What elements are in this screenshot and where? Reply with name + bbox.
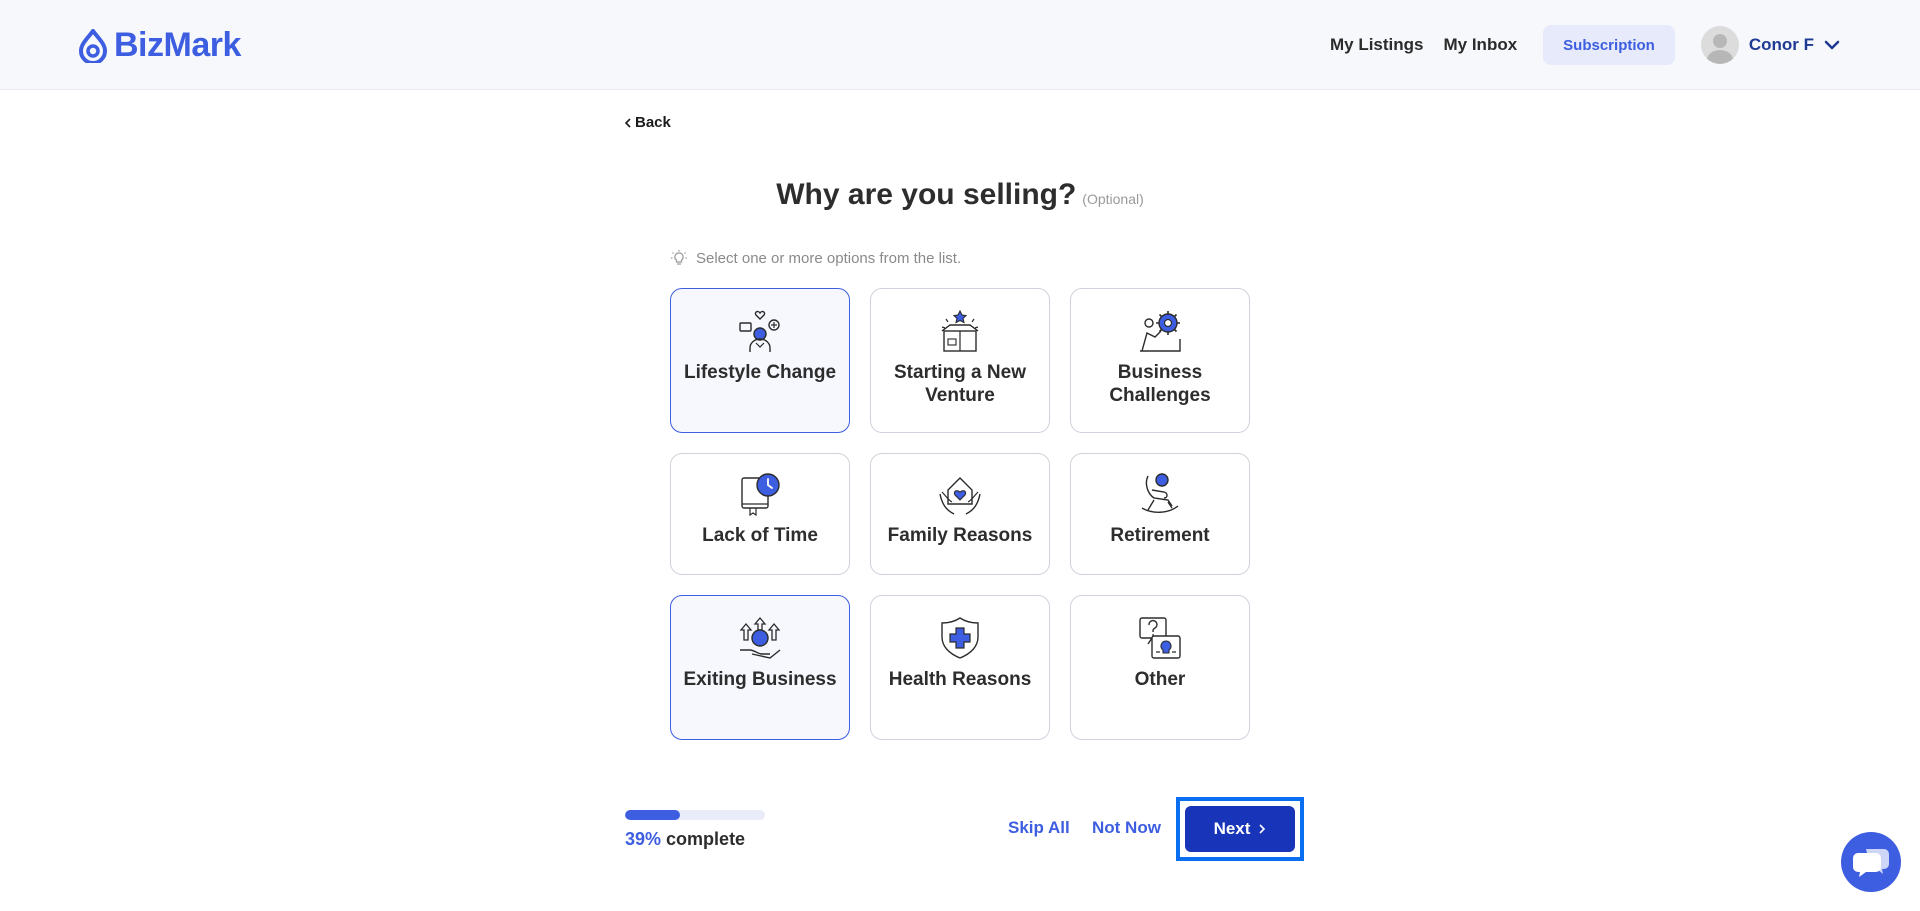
chat-widget-button[interactable]: [1841, 832, 1901, 892]
skip-all-button[interactable]: Skip All: [1008, 818, 1070, 838]
rocking-chair-icon: [1141, 473, 1179, 513]
progress-percent: 39%: [625, 829, 662, 849]
back-label: Back: [635, 114, 671, 131]
question-heading: Why are you selling? (Optional): [0, 178, 1920, 212]
chevron-left-icon: [624, 117, 631, 128]
progress-suffix: complete: [666, 829, 746, 849]
brand-logo[interactable]: BizMark: [78, 26, 241, 65]
user-menu[interactable]: Conor F: [1700, 26, 1840, 64]
question-icon: [1139, 617, 1181, 659]
optional-tag: (Optional): [1082, 191, 1144, 207]
option-label: Other: [1134, 669, 1186, 690]
nav-my-inbox[interactable]: My Inbox: [1444, 35, 1518, 55]
gift-box-icon: [941, 309, 979, 352]
page-title: Why are you selling?: [776, 178, 1077, 211]
family-hands-icon: [939, 477, 981, 515]
option-label: Health Reasons: [888, 669, 1032, 690]
not-now-button[interactable]: Not Now: [1092, 818, 1161, 838]
option-label: Retirement: [1110, 525, 1210, 546]
lifestyle-icon: [739, 310, 780, 352]
progress-indicator: 39% complete: [625, 810, 765, 850]
clock-book-icon: [741, 473, 780, 516]
option-family-reasons[interactable]: Family Reasons: [870, 453, 1050, 575]
option-health-reasons[interactable]: Health Reasons: [870, 595, 1050, 740]
coin-hand-icon: [739, 616, 781, 659]
nav-my-listings[interactable]: My Listings: [1330, 35, 1424, 55]
option-lack-of-time[interactable]: Lack of Time: [670, 453, 850, 575]
top-header: BizMark My Listings My Inbox Subscriptio…: [0, 0, 1920, 90]
chat-bubble-icon: [1853, 849, 1889, 877]
avatar: [1700, 26, 1739, 64]
option-starting-new-venture[interactable]: Starting a New Venture: [870, 288, 1050, 433]
progress-bar-fill: [625, 810, 680, 820]
option-label: Exiting Business: [683, 669, 837, 690]
brand-name: BizMark: [114, 26, 241, 64]
subscription-button[interactable]: Subscription: [1543, 25, 1675, 65]
hint: Select one or more options from the list…: [670, 249, 961, 267]
chevron-right-icon: [1259, 824, 1266, 834]
progress-bar: [625, 810, 765, 820]
user-name: Conor F: [1748, 35, 1814, 54]
top-nav: My Listings My Inbox Subscription Conor …: [1330, 24, 1840, 66]
option-label: Business Challenges: [1109, 362, 1211, 406]
progress-text: 39% complete: [625, 829, 765, 850]
option-retirement[interactable]: Retirement: [1070, 453, 1250, 575]
option-label: Starting a New Venture: [894, 362, 1026, 406]
option-other[interactable]: Other: [1070, 595, 1250, 740]
lightbulb-icon: [671, 250, 687, 265]
next-label: Next: [1213, 819, 1251, 838]
option-business-challenges[interactable]: Business Challenges: [1070, 288, 1250, 433]
option-label: Family Reasons: [887, 525, 1033, 546]
brand-drop-icon: [78, 28, 108, 63]
chevron-down-icon: [1824, 40, 1840, 50]
health-shield-icon: [941, 617, 979, 659]
next-button[interactable]: Next: [1185, 806, 1295, 852]
option-label: Lack of Time: [702, 525, 818, 546]
gear-person-icon: [1140, 311, 1181, 352]
option-lifestyle-change[interactable]: Lifestyle Change: [670, 288, 850, 433]
back-link[interactable]: Back: [624, 114, 671, 131]
option-exiting-business[interactable]: Exiting Business: [670, 595, 850, 740]
option-label: Lifestyle Change: [683, 362, 837, 383]
hint-text: Select one or more options from the list…: [696, 249, 962, 267]
